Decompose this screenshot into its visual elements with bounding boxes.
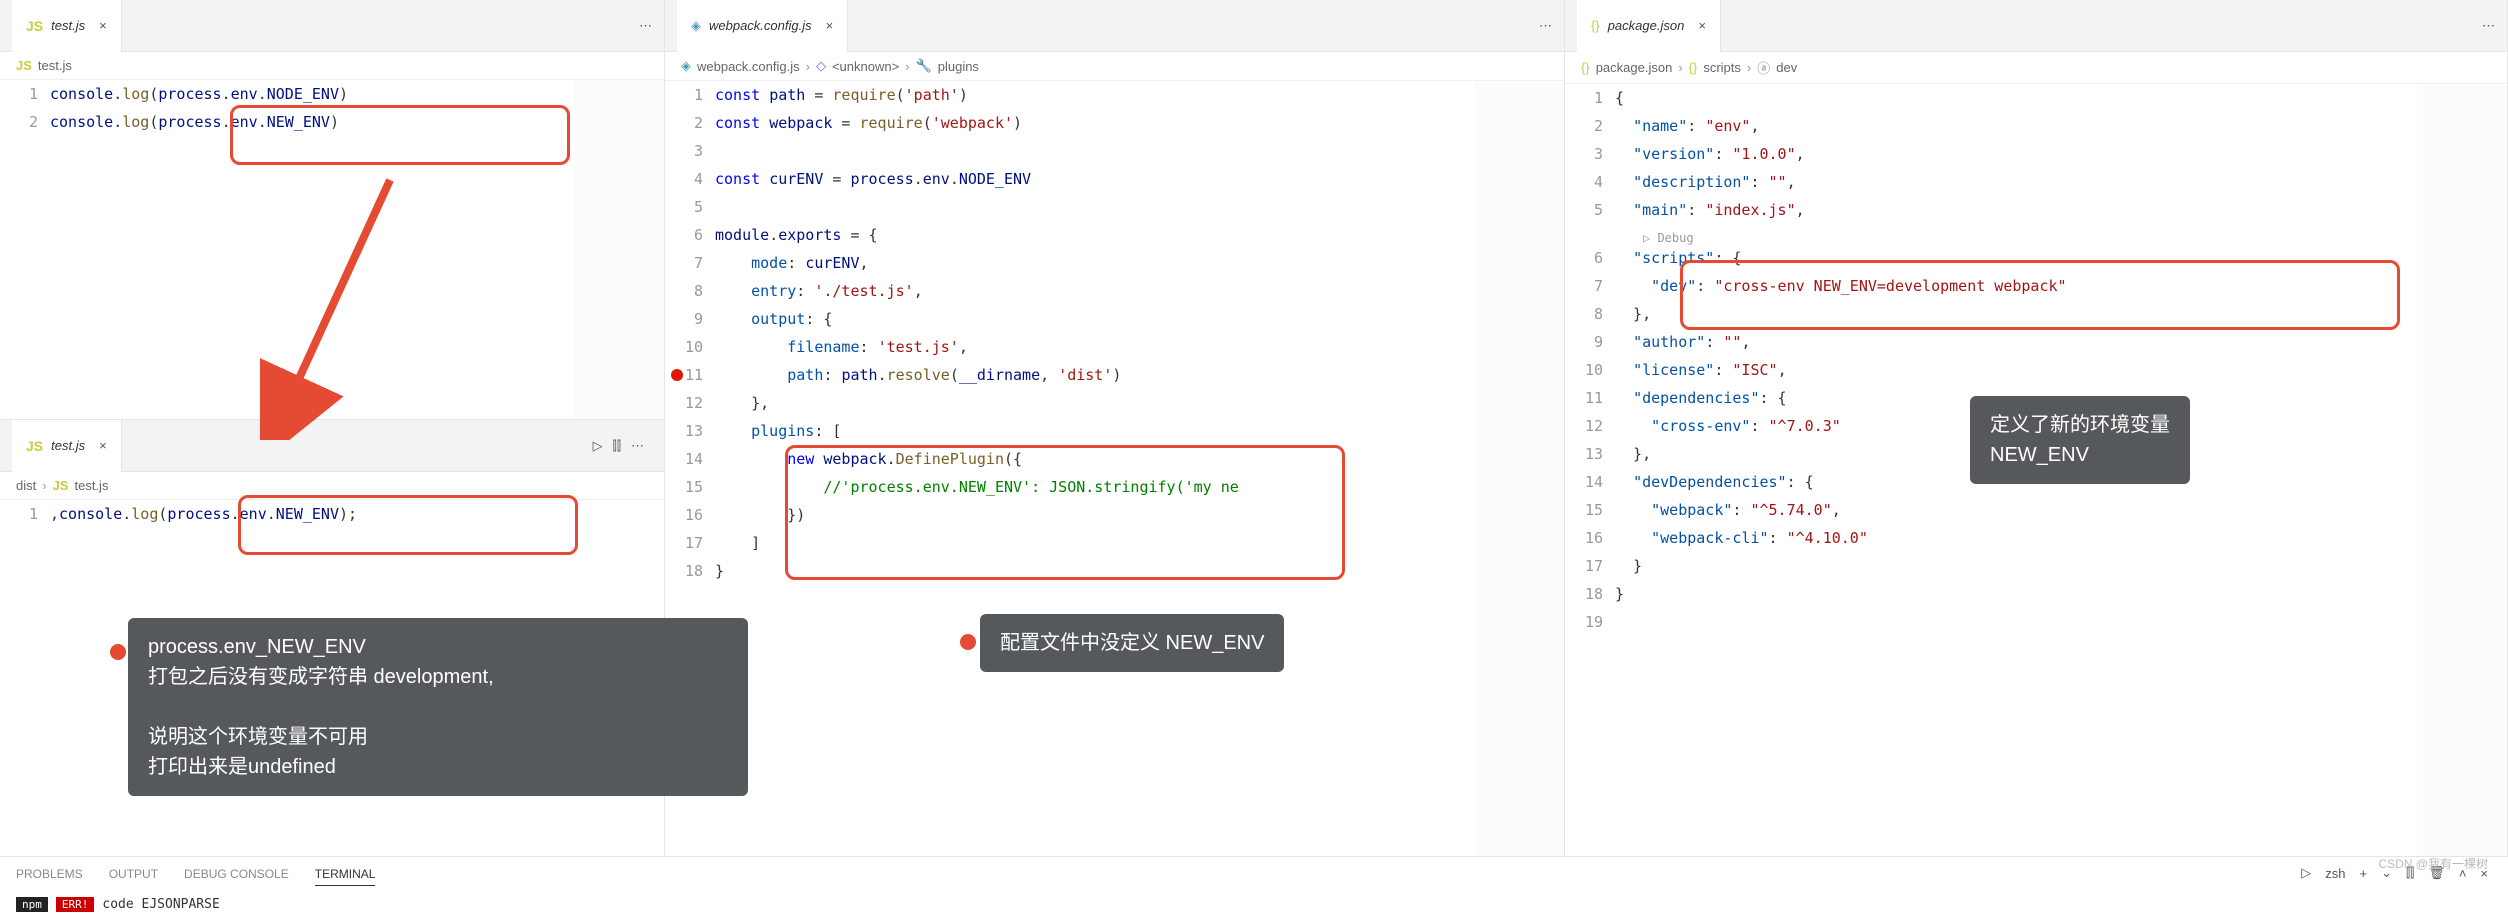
code-body[interactable]: { "name": "env", "version": "1.0.0", "de… — [1615, 84, 2417, 880]
breadcrumb[interactable]: {} package.json › {} scripts › ⓐ dev — [1565, 52, 2507, 84]
panel-tab-problems[interactable]: PROBLEMS — [16, 867, 83, 886]
breadcrumb[interactable]: JS test.js — [0, 52, 664, 80]
tab-bar: JS test.js × ▷ ⫿⫿ ⋯ — [0, 420, 664, 472]
code-body[interactable]: console.log(process.env.NODE_ENV)console… — [50, 80, 574, 419]
symbol-icon: ◇ — [816, 58, 826, 74]
js-icon: JS — [16, 58, 32, 73]
code-body[interactable]: const path = require('path')const webpac… — [715, 81, 1474, 880]
code-body[interactable]: ,console.log(process.env.NEW_ENV); — [50, 500, 664, 880]
tab-label: webpack.config.js — [709, 18, 812, 33]
terminal-launch-icon[interactable]: ▷ — [2301, 865, 2311, 881]
tab-test-js-dist[interactable]: JS test.js × — [12, 420, 122, 472]
tab-package-json[interactable]: {} package.json × — [1577, 0, 1721, 52]
panel-tab-output[interactable]: OUTPUT — [109, 867, 158, 886]
js-icon: JS — [53, 478, 69, 493]
tab-webpack-config[interactable]: ◈ webpack.config.js × — [677, 0, 848, 52]
line-gutter: 12 — [0, 80, 50, 419]
js-icon: JS — [26, 438, 43, 454]
json-icon: {} — [1591, 18, 1600, 33]
tab-label: test.js — [51, 438, 85, 453]
breadcrumb[interactable]: ◈ webpack.config.js › ◇ <unknown> › 🔧 pl… — [665, 52, 1564, 81]
tab-label: package.json — [1608, 18, 1685, 33]
line-gutter: 1 — [0, 500, 50, 880]
breadcrumb[interactable]: dist › JS test.js — [0, 472, 664, 500]
npm-badge: npm — [16, 897, 48, 912]
tab-test-js[interactable]: JS test.js × — [12, 0, 122, 52]
minimap[interactable] — [574, 80, 664, 419]
panel-tab-debug-console[interactable]: DEBUG CONSOLE — [184, 867, 289, 886]
minimap[interactable] — [1474, 81, 1564, 880]
tab-bar: JS test.js × ⋯ — [0, 0, 664, 52]
more-icon[interactable]: ⋯ — [2482, 18, 2495, 34]
watermark: CSDN @我有一棵树 — [2378, 855, 2488, 872]
close-icon[interactable]: × — [99, 18, 107, 33]
terminal-shell-label[interactable]: zsh — [2325, 866, 2345, 881]
breakpoint-icon[interactable] — [671, 369, 683, 381]
tab-bar: {} package.json × ⋯ — [1565, 0, 2507, 52]
js-icon: JS — [26, 18, 43, 34]
wrench-icon: 🔧 — [916, 58, 932, 74]
line-gutter: 123456789101112131415161718 — [665, 81, 715, 880]
more-icon[interactable]: ⋯ — [639, 18, 652, 34]
editor-pane-webpack-config: ◈ webpack.config.js × ⋯ ◈ webpack.config… — [665, 0, 1565, 880]
panel-tab-terminal[interactable]: TERMINAL — [315, 867, 376, 886]
editor-pane-test-src: JS test.js × ⋯ JS test.js 12 console.log… — [0, 0, 664, 420]
editor-pane-package-json: {} package.json × ⋯ {} package.json › {}… — [1565, 0, 2508, 880]
tab-bar: ◈ webpack.config.js × ⋯ — [665, 0, 1564, 52]
webpack-icon: ◈ — [691, 18, 701, 34]
close-icon[interactable]: × — [826, 18, 834, 33]
panel-terminal: PROBLEMS OUTPUT DEBUG CONSOLE TERMINAL ▷ zs… — [0, 856, 2508, 916]
tab-label: test.js — [51, 18, 85, 33]
editor-pane-test-dist: JS test.js × ▷ ⫿⫿ ⋯ dist › JS test.js — [0, 420, 664, 880]
more-icon[interactable]: ⋯ — [1539, 18, 1552, 34]
close-icon[interactable]: × — [1698, 18, 1706, 33]
terminal-output[interactable]: npm ERR! code EJSONPARSE — [16, 897, 220, 912]
line-gutter: 12345678910111213141516171819 — [1565, 84, 1615, 880]
split-icon[interactable]: ⫿⫿ — [613, 438, 621, 454]
terminal-text: code EJSONPARSE — [102, 897, 219, 912]
webpack-icon: ◈ — [681, 58, 691, 74]
run-icon[interactable]: ▷ — [593, 438, 603, 454]
string-icon: ⓐ — [1757, 58, 1770, 77]
more-icon[interactable]: ⋯ — [631, 438, 644, 454]
minimap[interactable] — [2417, 84, 2507, 880]
err-badge: ERR! — [56, 897, 95, 912]
json-icon: {} — [1689, 60, 1698, 75]
new-terminal-icon[interactable]: + — [2359, 866, 2367, 881]
json-icon: {} — [1581, 60, 1590, 75]
close-icon[interactable]: × — [99, 438, 107, 453]
